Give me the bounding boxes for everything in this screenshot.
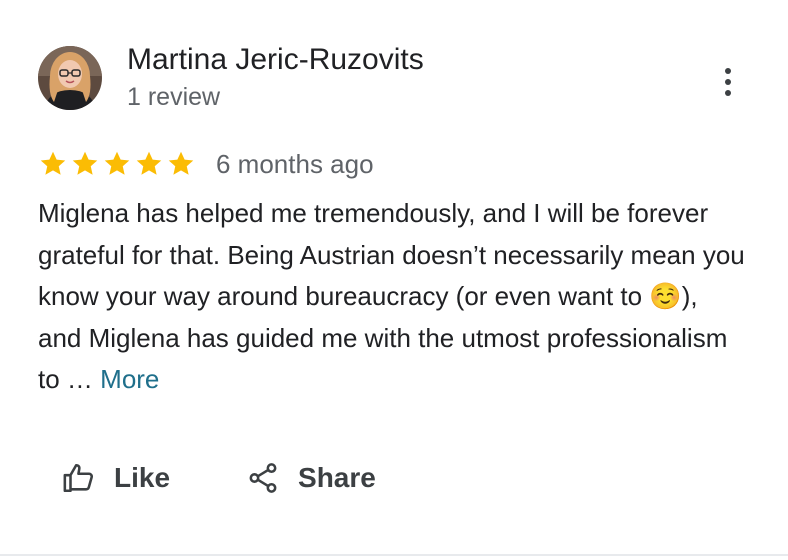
star-icon — [104, 151, 130, 175]
star-icon — [168, 151, 194, 175]
share-button[interactable]: Share — [246, 456, 376, 500]
review-text: Miglena has helped me tremendously, and … — [38, 193, 748, 401]
review-card: Martina Jeric-Ruzovits 1 review 6 months… — [0, 0, 788, 560]
thumbs-up-icon — [62, 461, 96, 495]
star-icon — [136, 151, 162, 175]
review-count: 1 review — [127, 83, 221, 111]
star-icon — [40, 151, 66, 175]
profile-photo-icon — [38, 46, 102, 110]
review-date: 6 months ago — [216, 149, 374, 179]
divider — [0, 554, 788, 556]
rating-row: 6 months ago — [38, 148, 374, 180]
more-link[interactable]: More — [100, 364, 159, 394]
avatar[interactable] — [38, 46, 102, 110]
more-vertical-icon-dot — [725, 79, 731, 85]
star-icon — [72, 151, 98, 175]
share-icon — [246, 461, 280, 495]
more-vertical-icon-dot — [725, 90, 731, 96]
star-rating — [38, 149, 198, 179]
author-name[interactable]: Martina Jeric-Ruzovits — [127, 42, 424, 78]
more-vertical-icon — [725, 68, 731, 74]
share-label: Share — [298, 462, 376, 493]
review-actions: Like Share — [62, 456, 376, 500]
more-options-button[interactable] — [712, 64, 744, 100]
like-button[interactable]: Like — [62, 456, 170, 500]
like-label: Like — [114, 462, 171, 493]
